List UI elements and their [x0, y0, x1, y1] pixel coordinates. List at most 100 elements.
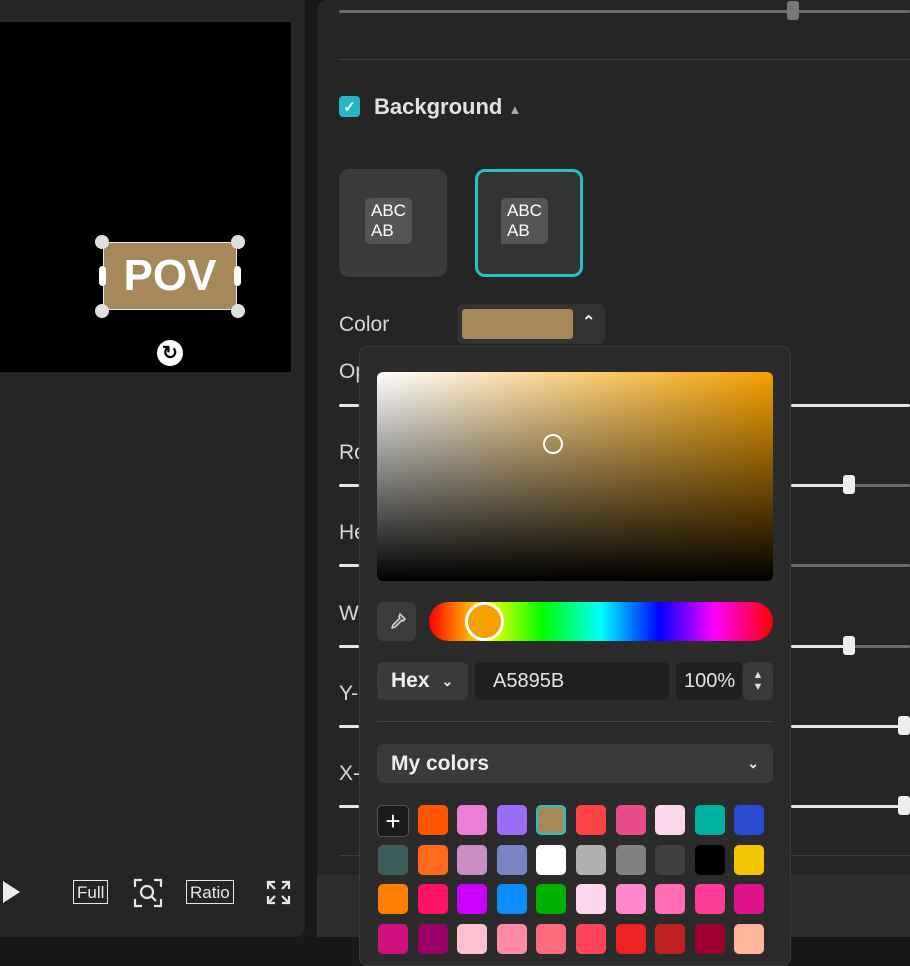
color-swatch-item[interactable] — [694, 884, 725, 914]
divider — [339, 59, 910, 60]
opacity-slider-right[interactable] — [791, 404, 910, 407]
saturation-value-area[interactable] — [377, 372, 773, 581]
overlay-text: POV — [123, 251, 217, 300]
color-swatch — [462, 309, 573, 339]
preview-canvas[interactable] — [0, 22, 291, 372]
color-swatch-item[interactable] — [496, 923, 527, 954]
height-slider-right[interactable] — [791, 564, 910, 567]
opacity-input[interactable]: 100% — [676, 662, 742, 700]
y-position-label: Y- — [339, 682, 359, 705]
color-swatch-item[interactable] — [615, 844, 646, 875]
opacity-slider-left[interactable] — [339, 404, 359, 407]
resize-handle-top-right[interactable] — [231, 235, 245, 249]
section-title[interactable]: Background ▲ — [374, 94, 521, 120]
color-swatch-item[interactable] — [734, 805, 765, 835]
x-slider-right[interactable] — [791, 805, 910, 808]
x-slider-left[interactable] — [339, 805, 359, 808]
color-swatch-item[interactable] — [417, 923, 448, 954]
chevron-down-icon: ▼ — [752, 681, 764, 693]
chevron-up-icon: ▲ — [752, 669, 764, 681]
slider-track[interactable] — [339, 10, 910, 13]
text-overlay[interactable]: POV — [103, 242, 237, 310]
style-preview-label: ABC AB — [365, 198, 412, 244]
full-button[interactable]: Full — [73, 880, 109, 904]
x-position-label: X- — [339, 762, 360, 785]
y-slider-right[interactable] — [791, 725, 910, 728]
rotate-icon[interactable]: ↻ — [157, 340, 183, 366]
opacity-stepper[interactable]: ▲ ▼ — [743, 662, 773, 700]
color-swatch-item[interactable] — [536, 844, 567, 875]
color-swatch-item[interactable] — [576, 844, 606, 875]
width-slider-left[interactable] — [339, 645, 359, 648]
color-swatch-item[interactable] — [496, 805, 527, 835]
color-swatch-item[interactable] — [378, 844, 408, 875]
color-swatch-item[interactable] — [655, 923, 686, 954]
resize-handle-bottom-left[interactable] — [95, 304, 109, 318]
color-swatch-item[interactable] — [734, 844, 765, 875]
add-color-button[interactable]: + — [377, 805, 409, 837]
color-swatch-item[interactable] — [655, 805, 686, 835]
color-swatch-item[interactable] — [417, 844, 448, 875]
height-slider-left[interactable] — [339, 564, 359, 567]
color-swatch-item[interactable] — [615, 923, 646, 954]
color-swatch-item[interactable] — [576, 805, 606, 835]
color-swatch-item[interactable] — [417, 884, 448, 914]
color-swatch-item[interactable] — [378, 884, 408, 914]
saturation-cursor[interactable] — [543, 434, 563, 454]
resize-handle-left[interactable] — [99, 266, 106, 286]
style-preview-label: ABC AB — [501, 198, 548, 244]
chevron-down-icon: ⌄ — [747, 755, 759, 771]
color-swatch-item[interactable] — [457, 805, 488, 835]
chevron-up-icon[interactable]: ⌃ — [582, 312, 595, 332]
palette-dropdown[interactable]: My colors ⌄ — [377, 744, 773, 783]
chevron-down-icon: ⌄ — [441, 672, 454, 689]
color-swatch-item[interactable] — [655, 844, 686, 875]
color-swatch-item[interactable] — [496, 884, 527, 914]
color-swatch-item[interactable] — [576, 884, 606, 914]
width-label: W — [339, 602, 359, 625]
color-swatch-item[interactable] — [457, 923, 488, 954]
x-slider-thumb[interactable] — [898, 796, 910, 815]
color-swatch-item[interactable] — [734, 884, 765, 914]
roundness-slider-thumb[interactable] — [843, 475, 855, 494]
roundness-slider-left[interactable] — [339, 484, 359, 487]
color-swatch-item[interactable] — [536, 805, 567, 835]
color-swatch-item[interactable] — [378, 923, 408, 954]
resize-handle-bottom-right[interactable] — [231, 304, 245, 318]
color-swatch-item[interactable] — [457, 844, 488, 875]
color-swatch-item[interactable] — [417, 805, 448, 835]
slider-thumb[interactable] — [787, 1, 799, 20]
color-swatch-item[interactable] — [734, 923, 765, 954]
collapse-icon: ▲ — [508, 102, 522, 117]
color-swatch-item[interactable] — [694, 923, 725, 954]
color-swatch-item[interactable] — [615, 884, 646, 914]
color-label: Color — [339, 313, 390, 336]
color-swatch-item[interactable] — [457, 884, 488, 914]
color-swatch-item[interactable] — [576, 923, 606, 954]
hue-slider-thumb[interactable] — [465, 602, 504, 641]
ratio-button[interactable]: Ratio — [186, 880, 234, 904]
fullscreen-icon[interactable] — [266, 880, 291, 905]
color-swatch-item[interactable] — [615, 805, 646, 835]
zoom-fit-icon[interactable] — [133, 878, 163, 908]
y-slider-left[interactable] — [339, 725, 359, 728]
background-checkbox[interactable]: ✓ — [339, 96, 360, 117]
color-swatch-item[interactable] — [694, 805, 725, 835]
resize-handle-right[interactable] — [234, 266, 241, 286]
eyedropper-icon[interactable] — [377, 602, 416, 641]
play-icon[interactable] — [3, 881, 20, 903]
color-swatch-item[interactable] — [536, 923, 567, 954]
background-style-card[interactable]: ABC AB — [339, 169, 447, 277]
y-slider-thumb[interactable] — [898, 716, 910, 735]
color-swatch-item[interactable] — [694, 844, 725, 875]
resize-handle-top-left[interactable] — [95, 235, 109, 249]
hex-input[interactable]: A5895B — [475, 662, 669, 700]
color-swatch-item[interactable] — [536, 884, 567, 914]
divider — [377, 721, 773, 722]
color-swatch-item[interactable] — [496, 844, 527, 875]
color-swatch-item[interactable] — [655, 884, 686, 914]
width-slider-thumb[interactable] — [843, 636, 855, 655]
roundness-slider-fill — [791, 484, 849, 487]
background-style-card-selected[interactable]: ABC AB — [475, 169, 583, 277]
color-format-select[interactable]: Hex ⌄ — [377, 662, 468, 700]
